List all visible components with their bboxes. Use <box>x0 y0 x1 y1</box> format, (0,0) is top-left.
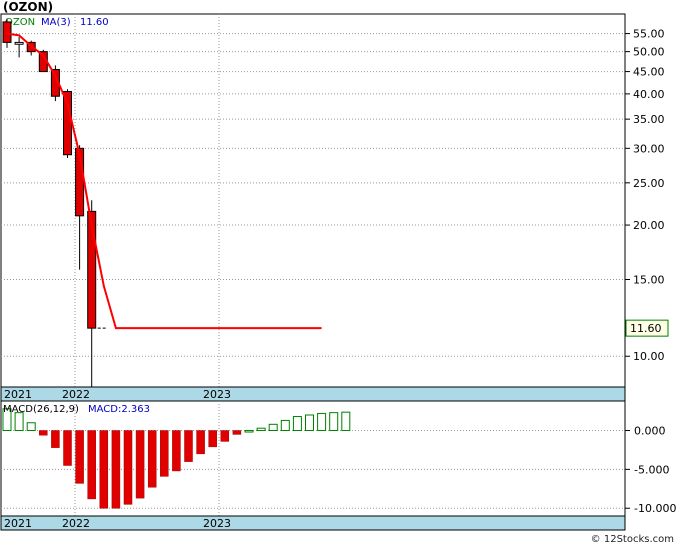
price-tick-label: 25.00 <box>633 177 665 190</box>
price-tick-label: 20.00 <box>633 219 665 232</box>
macd-bar <box>172 430 181 472</box>
macd-bar <box>135 430 145 499</box>
price-tick-label: 50.00 <box>633 46 665 59</box>
price-tick-label: 35.00 <box>633 113 665 126</box>
macd-bar <box>147 430 157 488</box>
macd-x-label: 2023 <box>203 517 231 530</box>
macd-bar <box>75 430 84 484</box>
macd-bar <box>292 416 302 432</box>
macd-bar <box>99 430 109 509</box>
macd-bar <box>196 430 205 455</box>
macd-bar <box>317 412 327 432</box>
macd-bar <box>123 430 133 505</box>
macd-bar <box>268 423 278 432</box>
macd-bar <box>63 430 72 466</box>
price-xaxis-band <box>0 386 626 402</box>
last-value-label: 11.60 <box>630 322 662 335</box>
macd-x-label: 2022 <box>62 517 90 530</box>
credit-label: © 12Stocks.com <box>590 534 674 545</box>
macd-bar <box>208 430 217 448</box>
candle-body <box>14 41 24 45</box>
price-tick-label: 30.00 <box>633 142 665 155</box>
price-tick-label: 45.00 <box>633 66 665 79</box>
macd-bar <box>305 414 314 432</box>
price-x-label: 2022 <box>62 388 90 401</box>
macd-title: MACD(26,12,9) <box>3 404 79 415</box>
macd-bar <box>341 411 351 432</box>
macd-bar <box>232 430 242 435</box>
price-tick-label: 40.00 <box>633 88 665 101</box>
price-tick-label: 10.00 <box>633 350 665 363</box>
price-tick-label: 15.00 <box>633 274 665 287</box>
macd-bar <box>26 422 36 432</box>
macd-tick-label: -5.000 <box>634 463 669 476</box>
legend-ma: MA(3) <box>41 17 71 28</box>
macd-tick-label: -10.000 <box>634 502 676 515</box>
macd-bar <box>87 430 96 500</box>
macd-bar <box>329 412 339 432</box>
stock-chart: 10.00 15.00 20.00 25.00 30.00 35.00 40.00 45.00… <box>0 13 676 531</box>
macd-bar <box>256 427 266 432</box>
macd-bar <box>184 430 193 462</box>
price-tick-label: 55.00 <box>633 28 665 41</box>
legend-ma-value: 11.60 <box>80 17 109 28</box>
macd-bar <box>220 430 230 442</box>
macd-x-label: 2021 <box>4 517 32 530</box>
price-panel-frame <box>0 13 626 388</box>
macd-tick-label: 0.000 <box>634 425 666 438</box>
macd-value-label: MACD:2.363 <box>88 404 150 415</box>
macd-bar <box>160 430 169 477</box>
macd-bar <box>14 412 24 432</box>
macd-bar <box>244 430 254 433</box>
price-x-label: 2023 <box>203 388 231 401</box>
macd-xaxis-band <box>0 515 626 531</box>
candle-body <box>63 91 72 156</box>
macd-bar <box>111 430 121 509</box>
macd-bar <box>39 430 48 436</box>
candle-body <box>2 21 12 43</box>
price-x-label: 2021 <box>4 388 32 401</box>
macd-bar <box>51 430 60 448</box>
macd-bar <box>280 419 290 432</box>
